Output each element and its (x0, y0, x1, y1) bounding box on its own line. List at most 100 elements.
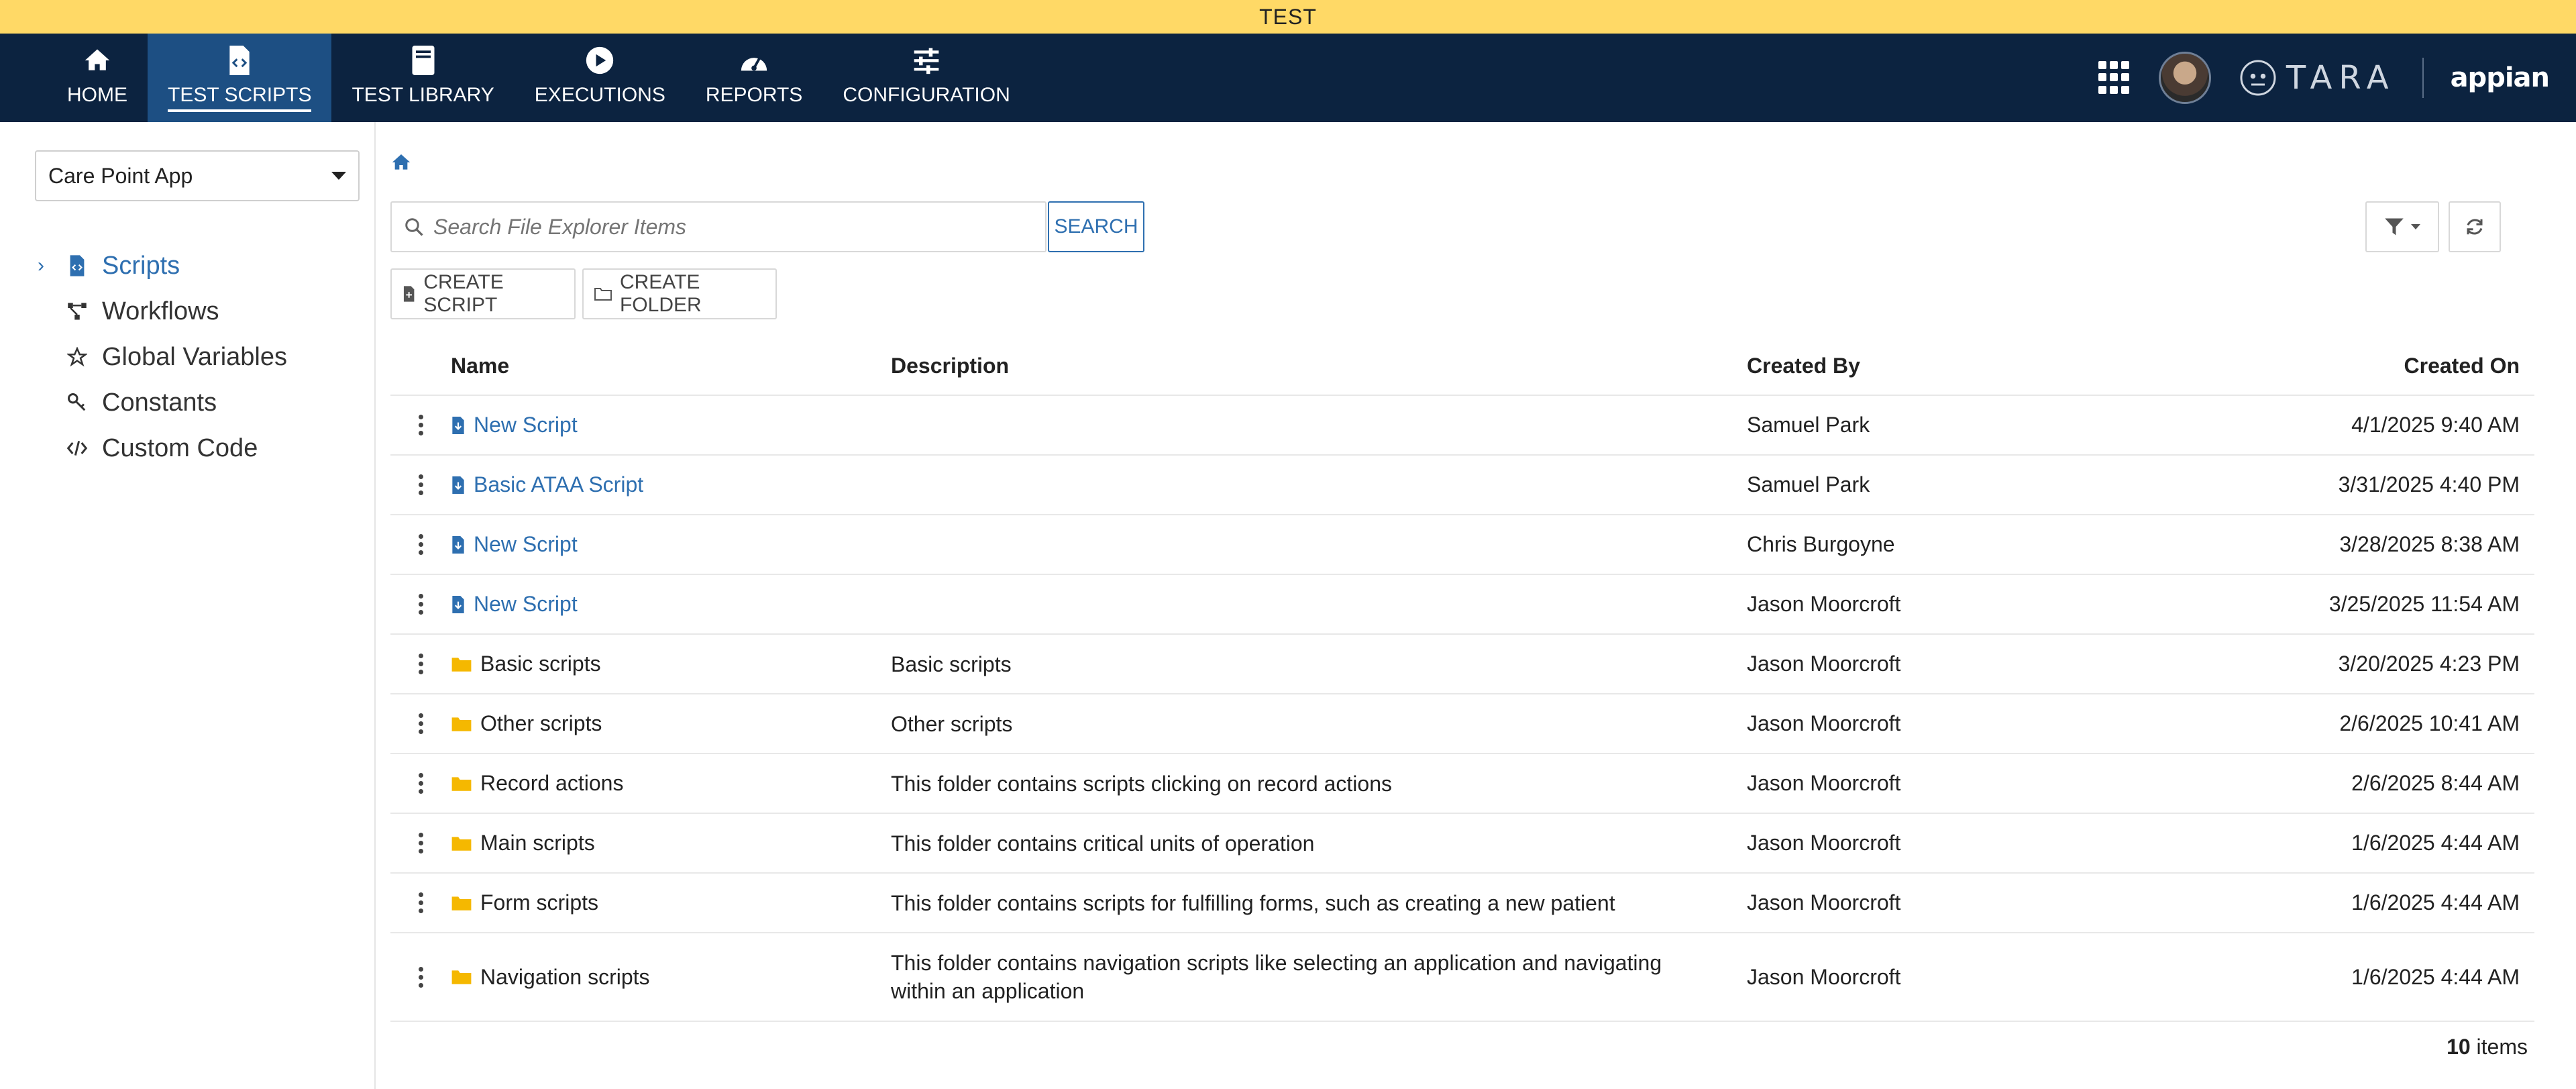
table-row[interactable]: New Script Jason Moorcroft 3/25/2025 11:54… (390, 575, 2534, 635)
tara-logo: TARA (2238, 58, 2396, 98)
search-button[interactable]: SEARCH (1048, 201, 1144, 252)
home-icon (80, 44, 114, 77)
nav-reports[interactable]: REPORTS (686, 34, 822, 122)
table-header: Name Description Created By Created On (390, 337, 2534, 396)
workflow-icon (64, 299, 90, 324)
row-name[interactable]: Record actions (480, 771, 623, 796)
column-header-created-by[interactable]: Created By (1747, 354, 2257, 378)
table-row[interactable]: Form scripts This folder contains scripts… (390, 874, 2534, 933)
search-input[interactable] (433, 214, 1037, 240)
row-created-on: 3/31/2025 4:40 PM (2338, 472, 2520, 497)
breadcrumb-home-icon[interactable] (390, 152, 417, 178)
table-row[interactable]: New Script Samuel Park 4/1/2025 9:40 AM (390, 396, 2534, 456)
row-name[interactable]: New Script (474, 532, 578, 557)
row-menu-icon[interactable] (418, 833, 423, 853)
table-row[interactable]: New Script Chris Burgoyne 3/28/2025 8:38 A… (390, 515, 2534, 575)
table-row[interactable]: Basic ATAA Script Samuel Park 3/31/2025 4:… (390, 456, 2534, 515)
sidebar-item-scripts[interactable]: › Scripts (38, 243, 287, 289)
row-created-by: Jason Moorcroft (1747, 964, 1901, 989)
row-description: This folder contains critical units of o… (891, 831, 1315, 855)
row-created-on: 2/6/2025 8:44 AM (2351, 771, 2520, 795)
row-menu-icon[interactable] (418, 415, 423, 435)
column-header-description[interactable]: Description (891, 352, 1747, 380)
app-launcher-grid-icon[interactable] (2098, 61, 2132, 95)
row-created-on: 3/20/2025 4:23 PM (2338, 652, 2520, 676)
script-file-icon (451, 416, 466, 434)
row-created-on: 2/6/2025 10:41 AM (2339, 711, 2520, 735)
table-row[interactable]: Record actions This folder contains scrip… (390, 754, 2534, 814)
row-name[interactable]: New Script (474, 413, 578, 437)
book-icon (407, 44, 440, 77)
filter-button[interactable] (2365, 201, 2439, 252)
nav-configuration[interactable]: CONFIGURATION (822, 34, 1030, 122)
chevron-right-icon[interactable]: › (38, 254, 64, 277)
script-file-icon (64, 253, 90, 278)
row-menu-icon[interactable] (418, 713, 423, 734)
sidebar-item-custom-code[interactable]: Custom Code (38, 425, 287, 471)
table-row[interactable]: Basic scripts Basic scripts Jason Moorcrof… (390, 635, 2534, 694)
row-menu-icon[interactable] (418, 474, 423, 495)
row-name[interactable]: Basic ATAA Script (474, 472, 643, 497)
nav-test-scripts-label: TEST SCRIPTS (168, 84, 312, 112)
top-navbar: HOME TEST SCRIPTS TEST LIBRARY EXECUTION… (0, 34, 2576, 122)
row-created-by: Jason Moorcroft (1747, 771, 1901, 795)
key-icon (64, 390, 90, 415)
row-menu-icon[interactable] (418, 594, 423, 615)
sidebar-item-label: Workflows (102, 297, 219, 325)
search-icon (405, 218, 423, 236)
application-dropdown[interactable]: Care Point App (35, 150, 360, 201)
sidebar-item-label: Constants (102, 388, 217, 417)
folder-outline-icon (594, 288, 612, 301)
row-created-on: 3/28/2025 8:38 AM (2339, 532, 2520, 556)
row-description: This folder contains scripts for fulfill… (891, 890, 1615, 915)
application-dropdown-value: Care Point App (48, 163, 193, 188)
table-row[interactable]: Main scripts This folder contains critica… (390, 814, 2534, 874)
table-row[interactable]: Navigation scripts This folder contains n… (390, 933, 2534, 1022)
script-file-icon (451, 595, 466, 613)
file-explorer-table: Name Description Created By Created On N… (390, 337, 2534, 1022)
nav-test-library[interactable]: TEST LIBRARY (331, 34, 514, 122)
column-header-created-on[interactable]: Created On (2257, 354, 2534, 378)
items-count-label: items (2476, 1035, 2528, 1059)
row-name[interactable]: Navigation scripts (480, 965, 650, 990)
row-menu-icon[interactable] (418, 773, 423, 794)
row-name[interactable]: Form scripts (480, 890, 598, 915)
refresh-icon (2467, 219, 2483, 235)
row-name[interactable]: Basic scripts (480, 652, 601, 676)
nav-test-scripts[interactable]: TEST SCRIPTS (148, 34, 332, 122)
row-name[interactable]: Other scripts (480, 711, 602, 736)
nav-reports-label: REPORTS (705, 84, 803, 106)
row-menu-icon[interactable] (418, 534, 423, 555)
search-field[interactable] (390, 201, 1046, 252)
nav-executions-label: EXECUTIONS (534, 84, 665, 106)
refresh-button[interactable] (2449, 201, 2501, 252)
nav-home[interactable]: HOME (0, 34, 148, 122)
row-created-by: Samuel Park (1747, 413, 1870, 437)
table-row[interactable]: Other scripts Other scripts Jason Moorcrof… (390, 694, 2534, 754)
row-description: Basic scripts (891, 652, 1012, 676)
row-menu-icon[interactable] (418, 892, 423, 913)
nav-executions[interactable]: EXECUTIONS (515, 34, 686, 122)
gauge-icon (737, 44, 771, 77)
play-icon (583, 44, 616, 77)
row-menu-icon[interactable] (418, 966, 423, 988)
user-avatar[interactable] (2158, 52, 2211, 104)
sidebar-item-constants[interactable]: Constants (38, 380, 287, 425)
environment-banner: TEST (0, 0, 2576, 34)
items-count: 10 items (1987, 1035, 2528, 1059)
row-menu-icon[interactable] (418, 654, 423, 674)
tara-robot-icon (2240, 60, 2276, 96)
create-script-button[interactable]: CREATE SCRIPT (390, 268, 576, 319)
sidebar-item-global-variables[interactable]: Global Variables (38, 334, 287, 380)
row-name[interactable]: Main scripts (480, 831, 595, 855)
code-icon (64, 435, 90, 461)
folder-icon (451, 969, 472, 985)
script-file-icon (451, 535, 466, 554)
appian-logo: appian (2450, 62, 2550, 93)
column-header-name[interactable]: Name (451, 354, 891, 378)
create-folder-button[interactable]: CREATE FOLDER (582, 268, 777, 319)
row-name[interactable]: New Script (474, 592, 578, 617)
row-created-by: Samuel Park (1747, 472, 1870, 497)
sidebar-item-workflows[interactable]: Workflows (38, 289, 287, 334)
sidebar-tree: › Scripts Workflows Global Variables Con… (38, 243, 287, 471)
